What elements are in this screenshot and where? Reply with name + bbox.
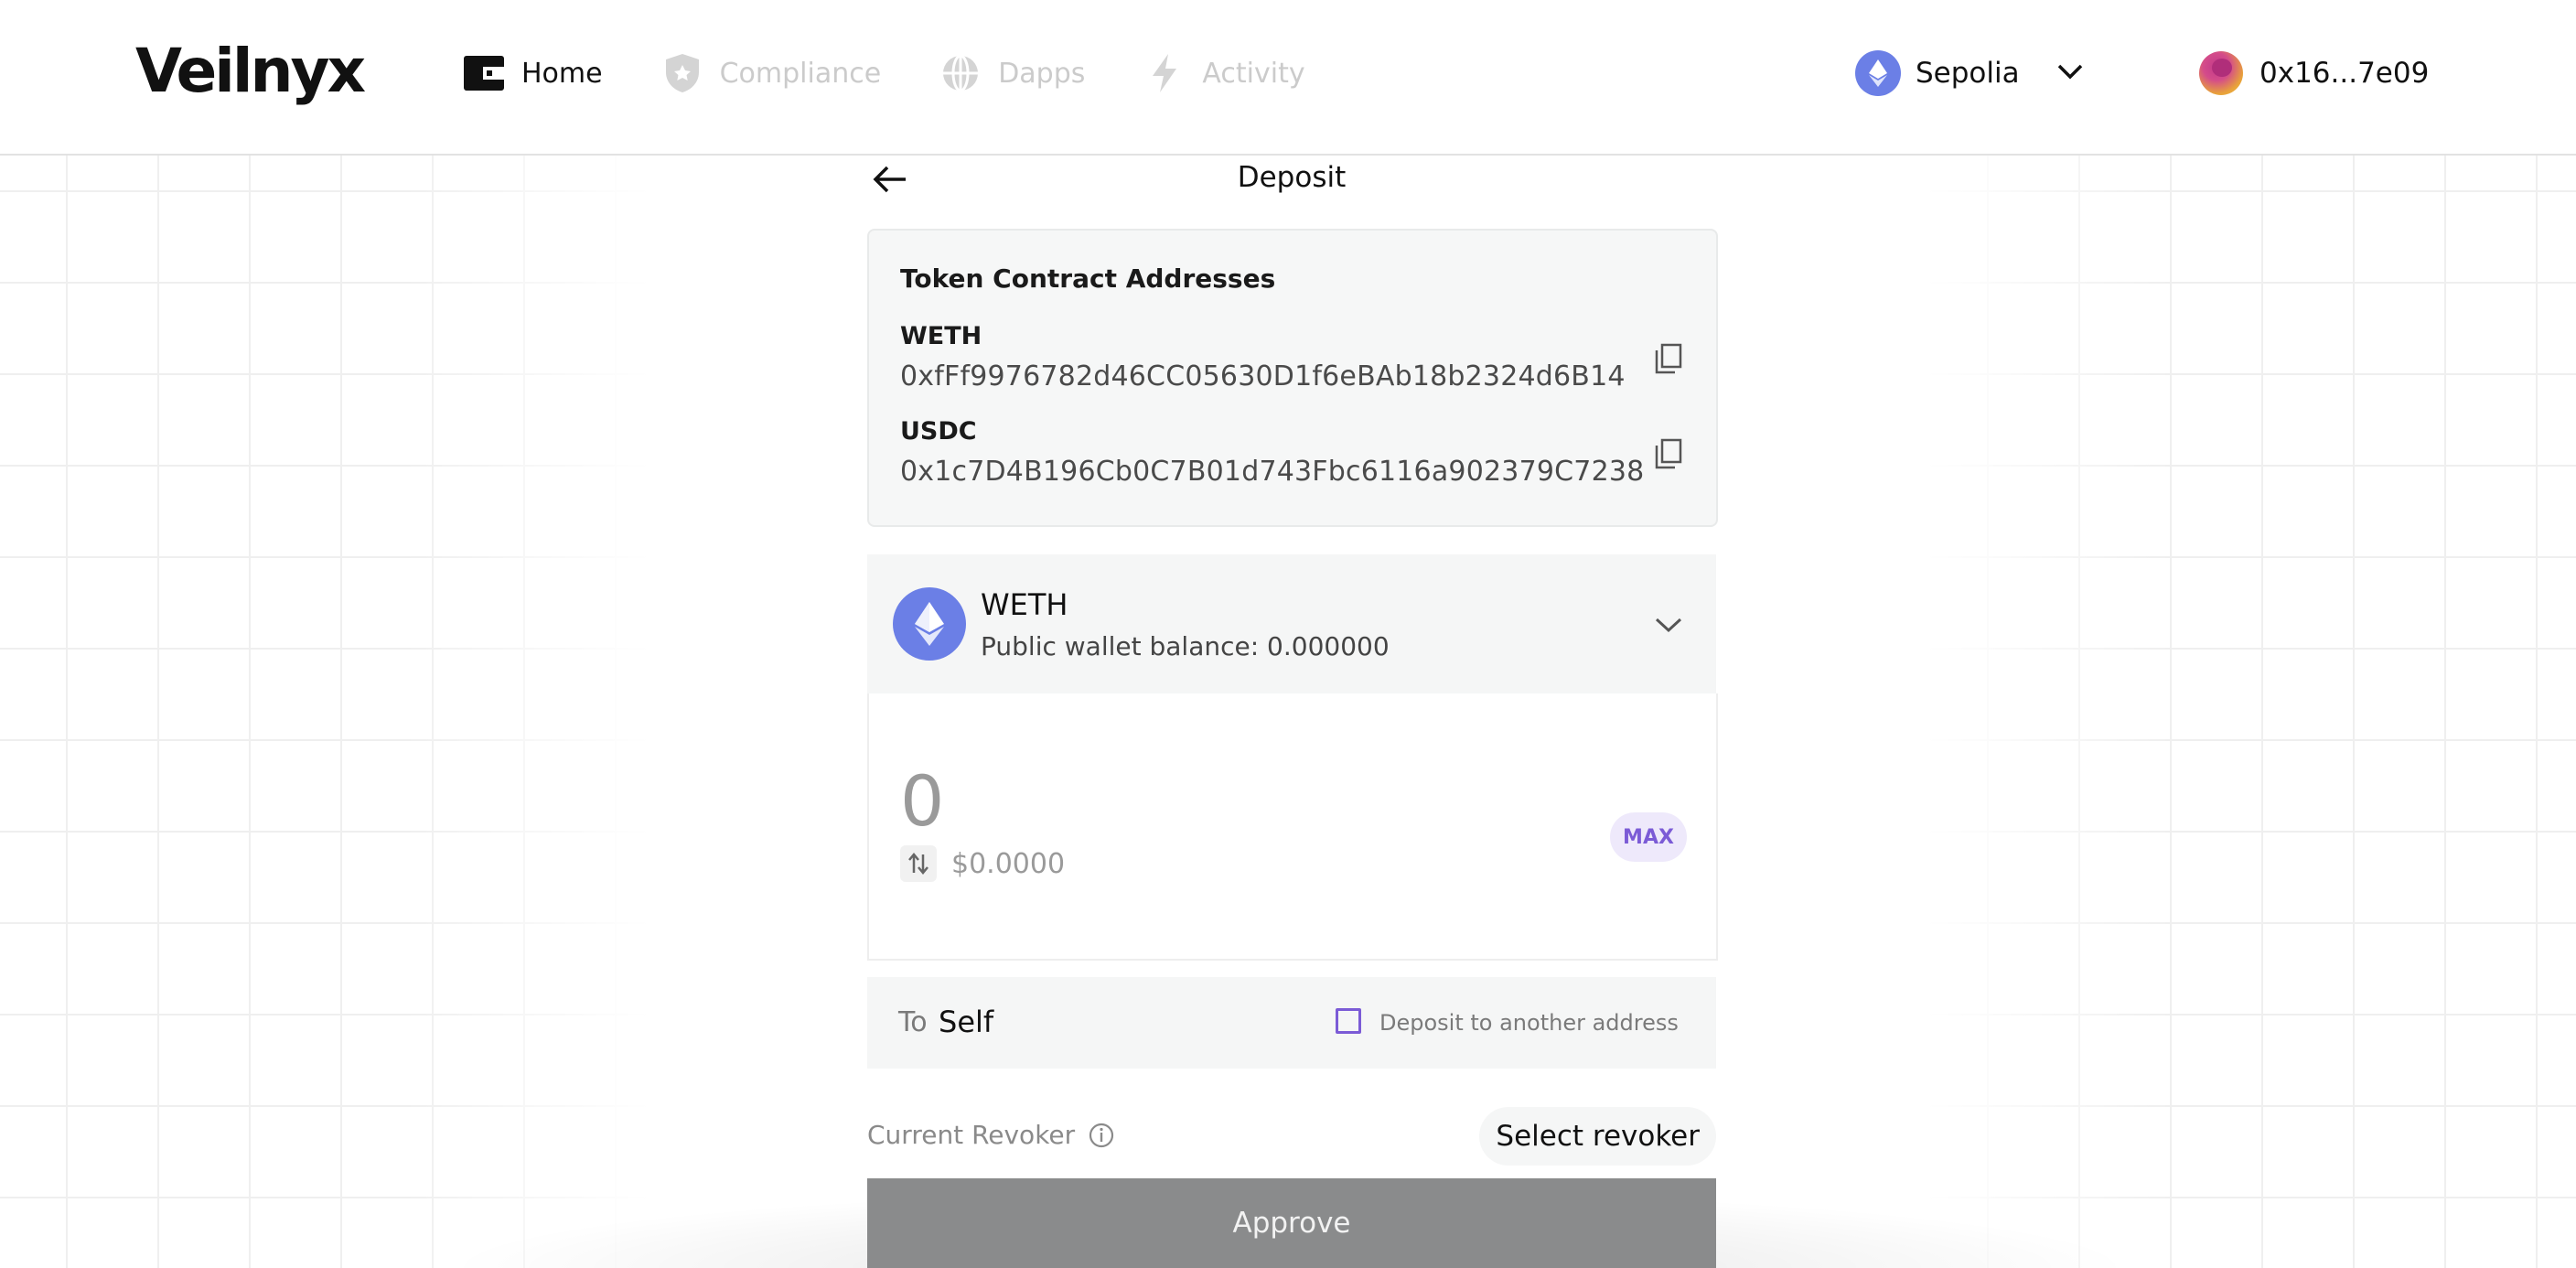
info-icon[interactable]: [1088, 1122, 1115, 1149]
chevron-down-icon: [1650, 609, 1687, 640]
current-revoker: Current Revoker: [867, 1120, 1115, 1150]
select-revoker-button[interactable]: Select revoker: [1479, 1107, 1716, 1166]
checkbox-label[interactable]: Deposit to another address: [1379, 1010, 1679, 1036]
addresses-heading: Token Contract Addresses: [900, 263, 1276, 294]
current-revoker-label: Current Revoker: [867, 1120, 1076, 1150]
ethereum-icon: [1855, 50, 1901, 96]
page-title: Deposit: [1237, 161, 1347, 194]
copy-icon[interactable]: [1650, 435, 1687, 472]
nav-item-dapps[interactable]: Dapps: [939, 52, 1085, 94]
usd-row: $0.0000: [900, 845, 1065, 882]
max-button[interactable]: MAX: [1610, 812, 1687, 862]
avatar: [2199, 51, 2243, 95]
chevron-down-icon: [2056, 62, 2084, 84]
contract-address: 0xfFf9976782d46CC05630D1f6eBAb18b2324d6B…: [900, 360, 1626, 392]
wallet-icon: [463, 52, 505, 94]
nav-label-dapps: Dapps: [998, 57, 1086, 90]
ethereum-icon: [893, 587, 966, 661]
main-nav: Home Compliance Dapps Activity: [463, 46, 1364, 101]
globe-icon: [939, 52, 982, 94]
token-symbol: USDC: [900, 417, 977, 446]
token-symbol: WETH: [900, 322, 982, 350]
nav-label-home: Home: [521, 57, 603, 90]
copy-icon[interactable]: [1650, 340, 1687, 377]
to-label: To: [898, 1006, 928, 1038]
nav-label-activity: Activity: [1202, 57, 1305, 90]
swap-units-icon[interactable]: [900, 845, 937, 882]
lightning-icon: [1143, 52, 1186, 94]
top-header: Veilnyx Home Compliance Dapps Activity S…: [0, 0, 2576, 156]
token-contract-addresses-card: Token Contract Addresses WETH 0xfFf99767…: [867, 229, 1718, 527]
recipient-card: To Self Deposit to another address: [867, 977, 1716, 1069]
nav-item-activity[interactable]: Activity: [1143, 52, 1305, 94]
contract-address: 0x1c7D4B196Cb0C7B01d743Fbc6116a902379C72…: [900, 456, 1645, 488]
token-selector[interactable]: WETH Public wallet balance: 0.000000: [867, 554, 1716, 693]
account-button[interactable]: 0x16...7e09: [2199, 48, 2429, 99]
address-row-usdc: USDC 0x1c7D4B196Cb0C7B01d743Fbc6116a9023…: [900, 417, 1687, 494]
usd-value: $0.0000: [951, 847, 1066, 880]
token-name: WETH: [981, 587, 1068, 622]
deposit-header: Deposit: [867, 156, 1716, 201]
wallet-balance: Public wallet balance: 0.000000: [981, 631, 1390, 661]
network-selector[interactable]: Sepolia: [1855, 48, 2084, 99]
account-address: 0x16...7e09: [2259, 57, 2430, 90]
nav-label-compliance: Compliance: [719, 57, 882, 90]
network-label: Sepolia: [1916, 57, 2020, 90]
approve-button[interactable]: Approve: [867, 1178, 1716, 1268]
address-row-weth: WETH 0xfFf9976782d46CC05630D1f6eBAb18b23…: [900, 322, 1687, 399]
nav-item-compliance[interactable]: Compliance: [661, 52, 882, 94]
deposit-panel: Deposit Token Contract Addresses WETH 0x…: [867, 156, 1718, 1268]
shield-icon: [661, 52, 703, 94]
brand-logo[interactable]: Veilnyx: [135, 35, 366, 108]
amount-card: 0 $0.0000 MAX: [867, 693, 1718, 961]
amount-input[interactable]: 0: [900, 767, 944, 836]
brand-name: Veilnyx: [135, 36, 366, 106]
to-value: Self: [939, 1005, 994, 1039]
deposit-to-another-address-checkbox[interactable]: [1336, 1008, 1361, 1034]
nav-item-home[interactable]: Home: [463, 52, 603, 94]
